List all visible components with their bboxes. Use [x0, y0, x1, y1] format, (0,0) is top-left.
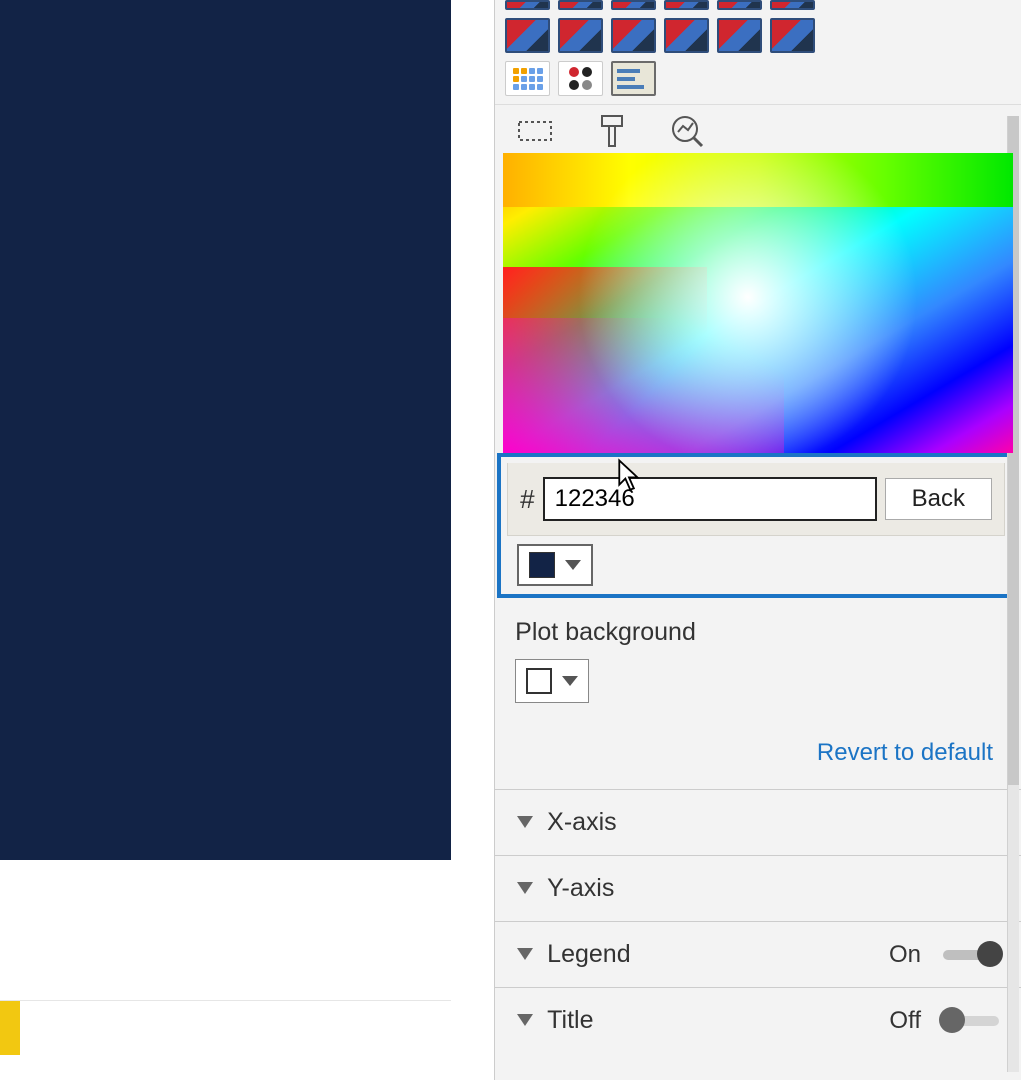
- viz-type-tile[interactable]: [558, 0, 603, 10]
- viz-type-tile[interactable]: [505, 18, 550, 53]
- viz-type-tile[interactable]: [611, 0, 656, 10]
- fields-tab-icon[interactable]: [515, 113, 555, 149]
- visualization-gallery: [495, 0, 1021, 104]
- viz-type-tile[interactable]: [558, 61, 603, 96]
- legend-accordion[interactable]: Legend On: [495, 921, 1021, 987]
- revert-to-default-link[interactable]: Revert to default: [495, 711, 1021, 789]
- chevron-down-icon: [517, 1014, 533, 1026]
- viz-type-tile[interactable]: [505, 0, 550, 10]
- selected-color-swatch: [529, 552, 555, 578]
- title-accordion[interactable]: Title Off: [495, 987, 1021, 1053]
- viz-type-tile[interactable]: [717, 0, 762, 10]
- title-label: Title: [547, 1006, 593, 1035]
- viz-type-tile[interactable]: [611, 61, 656, 96]
- viz-type-tile[interactable]: [770, 0, 815, 10]
- report-page-background[interactable]: [0, 0, 451, 860]
- title-toggle-label: Off: [889, 1007, 921, 1035]
- viz-type-tile[interactable]: [558, 18, 603, 53]
- active-page-tab-indicator[interactable]: [0, 1001, 20, 1055]
- viz-type-tile[interactable]: [664, 18, 709, 53]
- x-axis-label: X-axis: [547, 808, 616, 837]
- y-axis-accordion[interactable]: Y-axis: [495, 855, 1021, 921]
- hex-color-input[interactable]: [543, 477, 877, 521]
- color-swatch-dropdown[interactable]: [517, 544, 593, 586]
- title-toggle[interactable]: [943, 1016, 999, 1026]
- plot-background-swatch: [526, 668, 552, 694]
- report-canvas-area[interactable]: [0, 0, 451, 1080]
- color-spectrum-picker[interactable]: [503, 153, 1013, 453]
- y-axis-label: Y-axis: [547, 874, 614, 903]
- chevron-down-icon: [517, 948, 533, 960]
- plot-background-color-dropdown[interactable]: [515, 659, 589, 703]
- plot-background-section: Plot background: [495, 598, 1021, 711]
- hex-color-highlight-box: # Back: [497, 453, 1015, 598]
- back-button[interactable]: Back: [885, 478, 992, 520]
- status-bar: [0, 1000, 451, 1055]
- canvas-gutter: [451, 0, 495, 1080]
- chevron-down-icon: [517, 882, 533, 894]
- viz-type-tile[interactable]: [505, 61, 550, 96]
- pane-tabs: [495, 104, 1021, 153]
- format-tab-icon[interactable]: [591, 113, 631, 149]
- viz-type-tile[interactable]: [717, 18, 762, 53]
- plot-background-label: Plot background: [515, 618, 1001, 647]
- legend-toggle[interactable]: [943, 950, 999, 960]
- analytics-tab-icon[interactable]: [667, 113, 707, 149]
- chevron-down-icon: [562, 676, 578, 686]
- legend-label: Legend: [547, 940, 630, 969]
- legend-toggle-label: On: [889, 941, 921, 969]
- x-axis-accordion[interactable]: X-axis: [495, 789, 1021, 855]
- viz-type-tile[interactable]: [664, 0, 709, 10]
- visualizations-format-panel: # Back Plot background Revert to default…: [495, 0, 1021, 1080]
- hex-hash-label: #: [520, 484, 534, 515]
- chevron-down-icon: [565, 560, 581, 570]
- viz-type-tile[interactable]: [770, 18, 815, 53]
- chevron-down-icon: [517, 816, 533, 828]
- viz-type-tile[interactable]: [611, 18, 656, 53]
